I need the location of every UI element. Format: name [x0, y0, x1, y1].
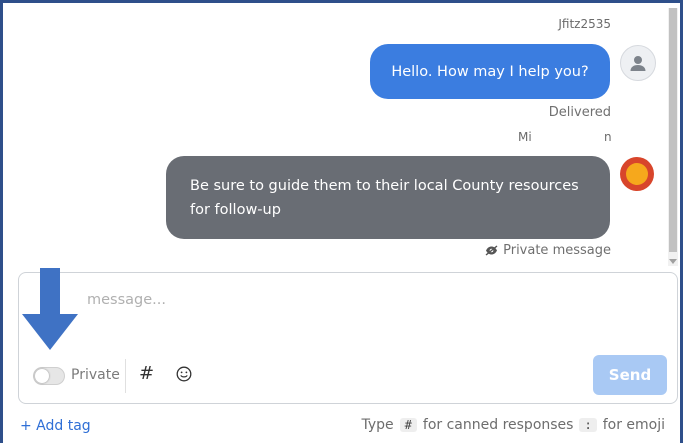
eye-slash-icon	[485, 245, 498, 256]
scrollbar-thumb[interactable]	[669, 8, 677, 252]
colon-key-badge: :	[579, 418, 597, 432]
toolbar-divider	[125, 359, 126, 393]
delivery-status: Delivered	[548, 105, 611, 120]
message-sender: Jfitz2535	[558, 17, 611, 31]
bot-avatar-icon	[620, 157, 654, 191]
scroll-down-icon[interactable]	[669, 259, 677, 264]
outgoing-message-bubble: Hello. How may I help you?	[370, 44, 610, 99]
chat-scrollbar[interactable]	[668, 8, 678, 266]
hint-type-text: Type	[361, 417, 394, 433]
message-sender-redacted-end: n	[604, 130, 612, 144]
message-sender-redacted-start: Mi	[518, 130, 532, 144]
private-message-bubble: Be sure to guide them to their local Cou…	[166, 156, 610, 239]
message-composer: Private # Send	[18, 272, 678, 404]
add-tag-link[interactable]: + Add tag	[20, 418, 91, 434]
emoji-icon[interactable]	[176, 366, 192, 386]
composer-hint: Type # for canned responses : for emoji	[362, 417, 665, 433]
user-icon	[620, 45, 656, 81]
message-input[interactable]	[85, 291, 629, 309]
hash-icon[interactable]: #	[139, 363, 154, 384]
private-message-label: Private message	[503, 243, 611, 258]
user-silhouette-icon	[630, 56, 646, 71]
down-arrow-icon	[22, 268, 78, 350]
private-toggle-icon[interactable]	[33, 367, 65, 385]
private-message-note: Private message	[485, 243, 611, 258]
send-button[interactable]: Send	[593, 355, 667, 395]
private-toggle-label: Private	[71, 367, 120, 383]
hint-canned-text: for canned responses	[422, 417, 574, 433]
hint-emoji-text: for emoji	[602, 417, 665, 433]
hash-key-badge: #	[399, 418, 417, 432]
